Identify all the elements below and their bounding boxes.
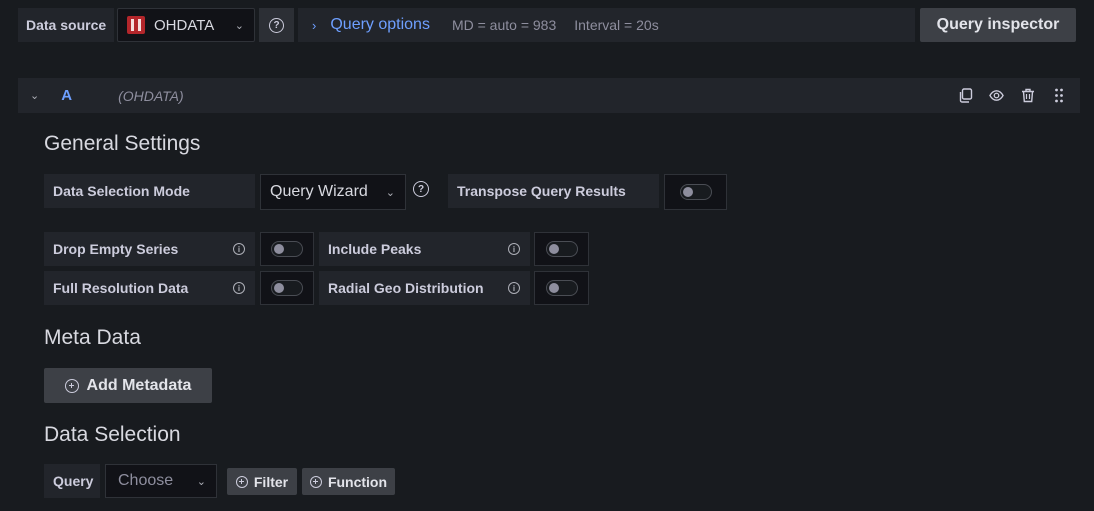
filter-label: Filter [253,473,289,490]
query-ref-id[interactable]: A [61,87,72,104]
add-metadata-button[interactable]: Add Metadata [44,368,212,403]
data-selection-mode-select[interactable]: Query Wizard ⌄ [260,174,406,210]
filter-button[interactable]: Filter [227,468,297,495]
copy-icon[interactable] [958,88,973,103]
include-peaks-label-text: Include Peaks [328,241,422,257]
radial-geo-distribution-label: Radial Geo Distribution i [319,271,530,305]
radial-geo-distribution-toggle[interactable] [545,280,578,296]
info-icon[interactable]: i [233,243,245,255]
query-inspector-button[interactable]: Query inspector [920,8,1076,42]
full-resolution-data-toggle-box [260,271,314,305]
drop-empty-series-label: Drop Empty Series i [44,232,255,266]
info-icon[interactable]: i [508,243,520,255]
data-source-value: OHDATA [154,16,215,34]
eye-icon[interactable] [989,88,1004,103]
drop-empty-series-toggle-box [260,232,314,266]
drag-handle-icon[interactable] [1051,88,1066,103]
question-circle-icon: ? [269,17,284,33]
data-selection-mode-help-icon[interactable]: ? [413,181,429,197]
data-selection-heading: Data Selection [44,423,181,446]
general-settings-heading: General Settings [44,132,201,155]
drop-empty-series-toggle[interactable] [271,241,303,257]
meta-data-heading: Meta Data [44,326,141,349]
query-select-placeholder: Choose [118,472,174,489]
data-selection-mode-value: Query Wizard [270,183,368,200]
radial-geo-distribution-toggle-box [534,271,589,305]
add-metadata-label: Add Metadata [86,376,192,394]
data-source-picker[interactable]: OHDATA ⌄ [117,8,255,42]
chevron-down-icon: ⌄ [196,475,206,488]
query-datasource-name: (OHDATA) [118,87,184,104]
function-label: Function [327,473,388,490]
drop-empty-series-label-text: Drop Empty Series [53,241,179,257]
transpose-toggle[interactable] [679,184,712,200]
chevron-down-icon: ⌄ [234,19,244,32]
full-resolution-data-label-text: Full Resolution Data [53,280,189,296]
transpose-toggle-box [664,174,727,210]
query-label-text: Query [53,473,94,489]
query-label: Query [44,464,100,498]
include-peaks-toggle-box [534,232,589,266]
datasource-logo-icon [127,16,145,34]
data-source-label: Data source [18,8,114,42]
max-datapoints-text: MD = auto = 983 [451,17,557,33]
plus-circle-icon [235,475,248,488]
include-peaks-toggle[interactable] [545,241,578,257]
include-peaks-label: Include Peaks i [319,232,530,266]
full-resolution-data-label: Full Resolution Data i [44,271,255,305]
query-options-bar[interactable]: › Query options MD = auto = 983 Interval… [298,8,915,42]
function-button[interactable]: Function [302,468,395,495]
transpose-label: Transpose Query Results [448,174,659,208]
full-resolution-data-toggle[interactable] [271,280,303,296]
data-selection-mode-label-text: Data Selection Mode [53,183,190,199]
radial-geo-distribution-label-text: Radial Geo Distribution [328,280,484,296]
data-selection-mode-label: Data Selection Mode [44,174,255,208]
query-row-actions [958,88,1066,103]
chevron-down-icon: ⌄ [385,186,395,199]
chevron-right-icon: › [312,17,317,33]
info-icon[interactable]: i [233,282,245,294]
interval-text: Interval = 20s [574,17,659,33]
collapse-chevron-icon[interactable]: ⌄ [30,89,39,102]
plus-circle-icon [309,475,322,488]
info-icon[interactable]: i [508,282,520,294]
query-row-header[interactable]: ⌄ A (OHDATA) [18,78,1080,113]
trash-icon[interactable] [1020,88,1035,103]
transpose-label-text: Transpose Query Results [457,183,626,199]
data-source-help-button[interactable]: ? [259,8,294,42]
query-select[interactable]: Choose ⌄ [105,464,217,498]
plus-circle-icon [64,378,79,393]
query-options-title[interactable]: Query options [330,16,430,34]
